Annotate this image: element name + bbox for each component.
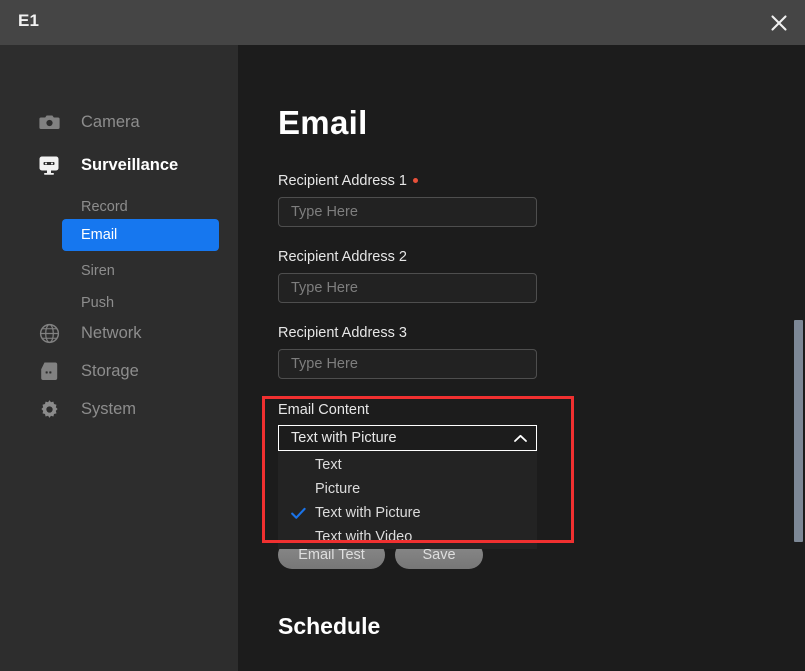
recipient-address-3-label: Recipient Address 3 <box>278 325 407 341</box>
camera-icon <box>38 111 60 133</box>
sidebar-subitem-label: Record <box>81 199 128 215</box>
sidebar-item-surveillance[interactable]: Surveillance <box>0 147 238 183</box>
sidebar-subitem-siren[interactable]: Siren <box>0 255 238 287</box>
close-icon <box>769 13 789 33</box>
email-content-dropdown[interactable]: Text Picture Text with Picture Text with… <box>278 451 537 549</box>
dropdown-option-text-with-picture[interactable]: Text with Picture <box>278 501 537 525</box>
dropdown-option-text[interactable]: Text <box>278 453 537 477</box>
sidebar-item-label: Network <box>81 323 142 342</box>
sidebar-item-label: Surveillance <box>81 155 179 174</box>
recipient-address-1-label: Recipient Address 1 <box>278 173 418 189</box>
recipient-address-2-input[interactable] <box>278 273 537 303</box>
sidebar: Camera Surveillance Record Email Siren P… <box>0 45 238 671</box>
sidebar-subitem-email[interactable]: Email <box>62 219 219 251</box>
recipient-address-1-input[interactable] <box>278 197 537 227</box>
schedule-section-title: Schedule <box>278 613 381 639</box>
scrollbar-track[interactable] <box>790 45 805 671</box>
dropdown-option-label: Text with Picture <box>315 505 421 521</box>
window-title: E1 <box>18 11 40 30</box>
chevron-up-icon <box>513 431 527 445</box>
sidebar-item-network[interactable]: Network <box>0 315 238 351</box>
required-marker-icon <box>412 178 418 184</box>
email-content-label: Email Content <box>278 402 370 418</box>
scrollbar-thumb[interactable] <box>794 320 803 542</box>
monitor-icon <box>38 154 60 176</box>
sidebar-subitem-label: Email <box>81 227 118 243</box>
globe-icon <box>38 322 60 344</box>
page-title: Email <box>278 104 368 141</box>
email-content-select[interactable]: Text with Picture <box>278 425 537 451</box>
dropdown-option-label: Picture <box>315 481 361 497</box>
close-button[interactable] <box>753 0 805 45</box>
sidebar-item-label: Camera <box>81 112 140 131</box>
title-bar: E1 <box>0 0 805 45</box>
dropdown-option-text-with-video[interactable]: Text with Video <box>278 525 537 549</box>
sidebar-item-label: Storage <box>81 361 139 380</box>
dropdown-option-label: Text <box>315 457 342 473</box>
sidebar-subitem-label: Siren <box>81 263 115 279</box>
sidebar-subitem-label: Push <box>81 295 115 311</box>
sidebar-item-camera[interactable]: Camera <box>0 104 238 140</box>
email-content-selected-value: Text with Picture <box>291 430 397 446</box>
check-icon <box>290 505 306 521</box>
sidebar-item-system[interactable]: System <box>0 391 238 427</box>
recipient-address-3-input[interactable] <box>278 349 537 379</box>
dropdown-option-label: Text with Video <box>315 529 413 545</box>
content-panel: Email Recipient Address 1 Recipient Addr… <box>238 45 805 671</box>
sidebar-item-storage[interactable]: Storage <box>0 353 238 389</box>
gear-icon <box>38 398 60 420</box>
app-window: E1 Camera Surveillance Record Email Sire… <box>0 0 805 671</box>
recipient-address-2-label: Recipient Address 2 <box>278 249 407 265</box>
sidebar-item-label: System <box>81 399 137 418</box>
dropdown-option-picture[interactable]: Picture <box>278 477 537 501</box>
sd-card-icon <box>38 360 60 382</box>
